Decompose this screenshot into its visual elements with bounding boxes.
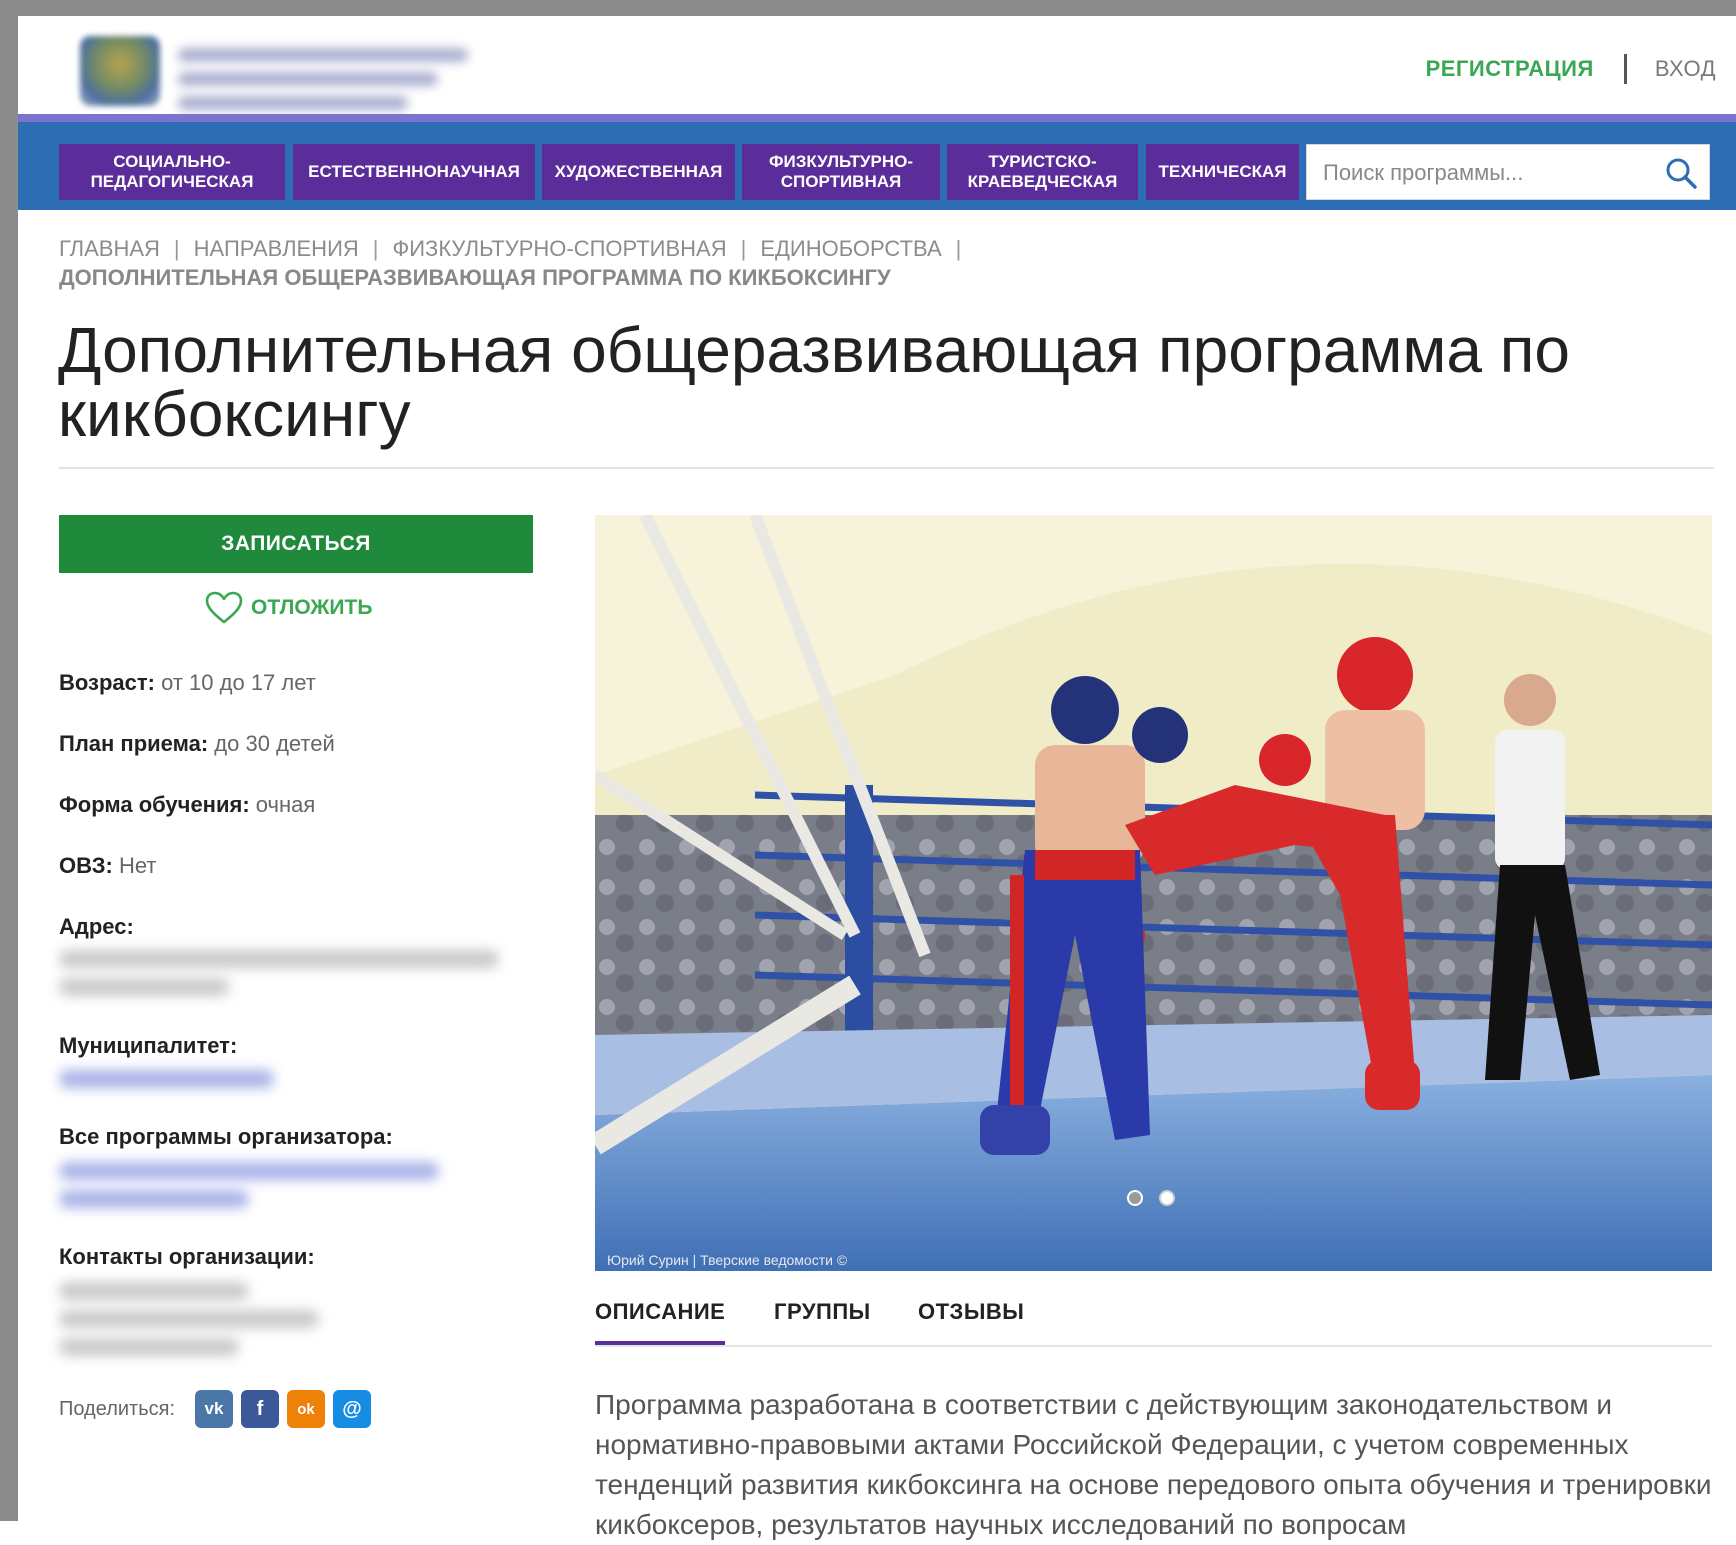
plan-row: План приема: до 30 детей xyxy=(59,731,335,757)
content-tabs: ОПИСАНИЕ ГРУППЫ ОТЗЫВЫ xyxy=(595,1293,1712,1347)
all-programs-label: Все программы организатора: xyxy=(59,1124,393,1149)
contacts-row: Контакты организации: xyxy=(59,1244,315,1270)
address-redacted xyxy=(59,950,499,968)
share-bar: Поделиться: vk f ok @ xyxy=(59,1390,371,1428)
contacts-label: Контакты организации: xyxy=(59,1244,315,1269)
municipality-row: Муниципалитет: xyxy=(59,1033,237,1059)
municipality-link[interactable] xyxy=(59,1070,274,1088)
enroll-button[interactable]: ЗАПИСАТЬСЯ xyxy=(59,515,533,573)
moimir-icon[interactable]: @ xyxy=(333,1390,371,1428)
age-value: от 10 до 17 лет xyxy=(161,670,316,695)
nav-item-tourism[interactable]: ТУРИСТСКО-КРАЕВЕДЧЕСКАЯ xyxy=(947,144,1138,200)
plan-value: до 30 детей xyxy=(214,731,335,756)
breadcrumb-item-directions[interactable]: НАПРАВЛЕНИЯ xyxy=(194,236,359,261)
login-link[interactable]: ВХОД xyxy=(1655,56,1716,82)
program-description: Программа разработана в соответствии с д… xyxy=(595,1389,1712,1540)
register-link[interactable]: РЕГИСТРАЦИЯ xyxy=(1426,56,1594,82)
plan-label: План приема: xyxy=(59,731,209,756)
carousel-dots xyxy=(1127,1190,1175,1206)
nav-item-technical[interactable]: ТЕХНИЧЕСКАЯ xyxy=(1146,144,1299,200)
contacts-redacted xyxy=(59,1282,249,1300)
address-label: Адрес: xyxy=(59,914,134,939)
breadcrumb-current: ДОПОЛНИТЕЛЬНАЯ ОБЩЕРАЗВИВАЮЩАЯ ПРОГРАММА… xyxy=(59,265,891,290)
nav-item-natural-science[interactable]: ЕСТЕСТВЕННОНАУЧНАЯ xyxy=(293,144,535,200)
kickboxing-photo: Юрий Сурин | Тверские ведомости © xyxy=(595,515,1712,1271)
postpone-button[interactable]: ОТЛОЖИТЬ xyxy=(205,588,372,628)
share-label: Поделиться: xyxy=(59,1397,175,1420)
nav-item-sports[interactable]: ФИЗКУЛЬТУРНО-СПОРТИВНАЯ xyxy=(742,144,940,200)
nav-item-artistic[interactable]: ХУДОЖЕСТВЕННАЯ xyxy=(542,144,735,200)
page-title: Дополнительная общеразвивающая программа… xyxy=(58,314,1570,450)
form-label: Форма обучения: xyxy=(59,792,250,817)
coat-of-arms-icon xyxy=(80,36,160,106)
facebook-icon[interactable]: f xyxy=(241,1390,279,1428)
breadcrumb-item-home[interactable]: ГЛАВНАЯ xyxy=(59,236,160,261)
all-programs-row: Все программы организатора: xyxy=(59,1124,393,1150)
search-box xyxy=(1306,144,1710,200)
site-header: РЕГИСТРАЦИЯ ВХОД xyxy=(18,16,1736,114)
vk-icon[interactable]: vk xyxy=(195,1390,233,1428)
search-input[interactable] xyxy=(1321,155,1655,191)
organizer-programs-link[interactable] xyxy=(59,1162,439,1180)
odnoklassniki-icon[interactable]: ok xyxy=(287,1390,325,1428)
form-value: очная xyxy=(255,792,316,817)
site-logo[interactable] xyxy=(58,26,498,114)
auth-divider xyxy=(1623,54,1627,84)
breadcrumb-item-martial-arts[interactable]: ЕДИНОБОРСТВА xyxy=(760,236,941,261)
program-photo[interactable]: Юрий Сурин | Тверские ведомости © xyxy=(595,515,1712,1271)
age-label: Возраст: xyxy=(59,670,155,695)
breadcrumb-item-sports[interactable]: ФИЗКУЛЬТУРНО-СПОРТИВНАЯ xyxy=(393,236,727,261)
carousel-dot-2[interactable] xyxy=(1159,1190,1175,1206)
title-divider xyxy=(59,467,1714,469)
ovz-value: Нет xyxy=(118,853,157,878)
ovz-row: ОВЗ: Нет xyxy=(59,853,156,879)
photo-caption: Юрий Сурин | Тверские ведомости © xyxy=(607,1252,848,1268)
municipality-label: Муниципалитет: xyxy=(59,1033,238,1058)
breadcrumb: ГЛАВНАЯ | НАПРАВЛЕНИЯ | ФИЗКУЛЬТУРНО-СПОРТИВ… xyxy=(59,234,1689,292)
ovz-label: ОВЗ: xyxy=(59,853,113,878)
tab-groups[interactable]: ГРУППЫ xyxy=(774,1299,871,1325)
auth-links: РЕГИСТРАЦИЯ ВХОД xyxy=(1426,54,1716,84)
tab-reviews[interactable]: ОТЗЫВЫ xyxy=(918,1299,1024,1325)
main-nav: СОЦИАЛЬНО-ПЕДАГОГИЧЕСКАЯ ЕСТЕСТВЕННОНАУЧ… xyxy=(18,114,1736,210)
heart-icon xyxy=(205,591,243,624)
tab-description[interactable]: ОПИСАНИЕ xyxy=(595,1299,726,1345)
form-row: Форма обучения: очная xyxy=(59,792,315,818)
address-row: Адрес: xyxy=(59,914,134,940)
carousel-dot-1[interactable] xyxy=(1127,1190,1143,1206)
nav-item-social-pedagogical[interactable]: СОЦИАЛЬНО-ПЕДАГОГИЧЕСКАЯ xyxy=(59,144,285,200)
search-icon[interactable] xyxy=(1663,155,1699,191)
age-row: Возраст: от 10 до 17 лет xyxy=(59,670,316,696)
postpone-label: ОТЛОЖИТЬ xyxy=(251,596,373,619)
